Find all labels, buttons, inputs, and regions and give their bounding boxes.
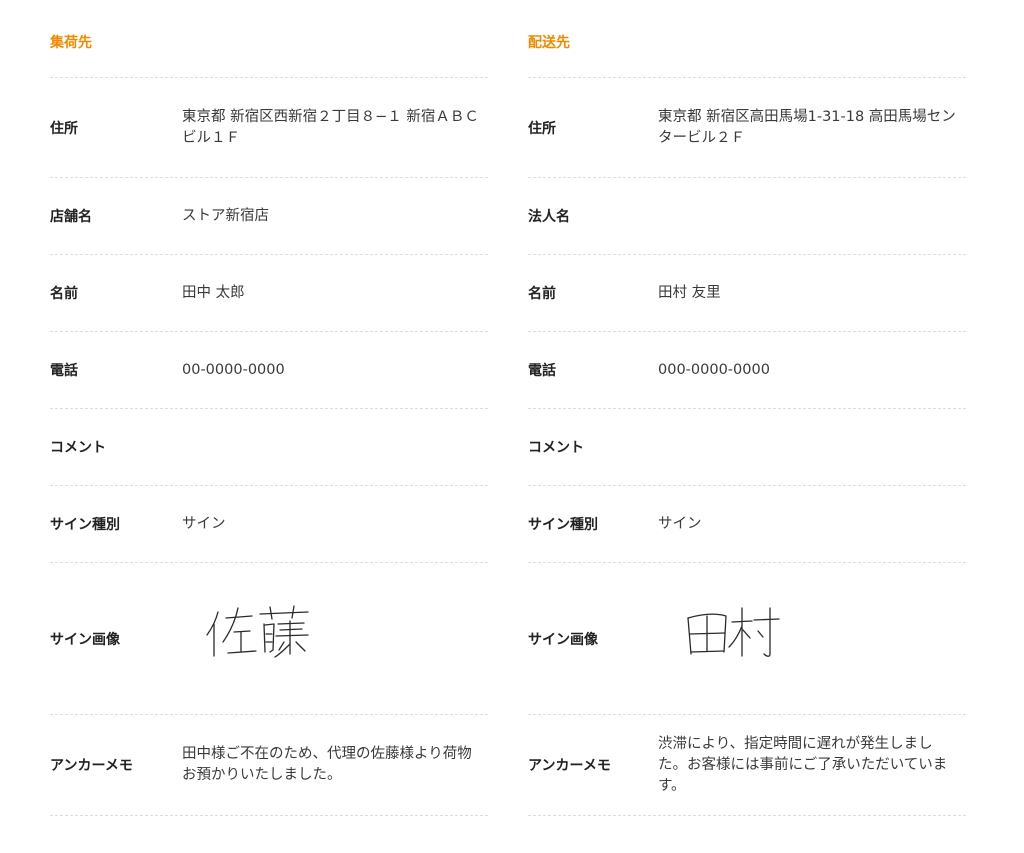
pickup-phone-value: 00-0000-0000 xyxy=(182,361,285,378)
pickup-sign-type-label: サイン種別 xyxy=(50,517,120,533)
pickup-sign-image-label: サイン画像 xyxy=(50,631,120,648)
delivery-phone-label: 電話 xyxy=(528,363,556,379)
pickup-memo-row: アンカーメモ 田中様ご不在のため、代理の佐藤様より荷物お預かりいたしました。 xyxy=(50,715,488,816)
pickup-memo-value: 田中様ご不在のため、代理の佐藤様より荷物お預かりいたしました。 xyxy=(182,746,472,783)
delivery-memo-label: アンカーメモ xyxy=(528,758,611,774)
delivery-sign-image-row: サイン画像 xyxy=(528,563,966,715)
delivery-company-row: 法人名 xyxy=(528,178,966,255)
pickup-memo-label: アンカーメモ xyxy=(50,758,133,774)
delivery-address-row: 住所 東京都 新宿区高田馬場1-31-18 高田馬場センタービル２Ｆ xyxy=(528,78,966,178)
pickup-name-row: 名前 田中 太郎 xyxy=(50,255,488,332)
delivery-address-value: 東京都 新宿区高田馬場1-31-18 高田馬場センタービル２Ｆ xyxy=(658,108,956,146)
pickup-comment-row: コメント xyxy=(50,409,488,486)
delivery-sign-type-value: サイン xyxy=(658,515,702,532)
pickup-sign-image-row: サイン画像 xyxy=(50,563,488,715)
pickup-store-row: 店舗名 ストア新宿店 xyxy=(50,178,488,255)
delivery-section: 配送先 住所 東京都 新宿区高田馬場1-31-18 高田馬場センタービル２Ｆ 法… xyxy=(528,0,966,816)
pickup-phone-row: 電話 00-0000-0000 xyxy=(50,332,488,409)
pickup-store-label: 店舗名 xyxy=(50,209,92,225)
pickup-name-label: 名前 xyxy=(50,286,78,302)
delivery-memo-row: アンカーメモ 渋滞により、指定時間に遅れが発生しました。お客様には事前にご了承い… xyxy=(528,715,966,816)
delivery-address-label: 住所 xyxy=(528,120,556,137)
delivery-sign-type-label: サイン種別 xyxy=(528,517,598,533)
pickup-address-label: 住所 xyxy=(50,120,78,137)
pickup-address-row: 住所 東京都 新宿区西新宿２丁目８−１ 新宿ＡＢＣビル１Ｆ xyxy=(50,78,488,178)
delivery-phone-value: 000-0000-0000 xyxy=(658,361,770,378)
delivery-sign-type-row: サイン種別 サイン xyxy=(528,486,966,563)
pickup-comment-label: コメント xyxy=(50,440,106,456)
pickup-sign-type-value: サイン xyxy=(182,515,226,532)
pickup-signature-image xyxy=(204,604,314,664)
delivery-comment-row: コメント xyxy=(528,409,966,486)
delivery-name-label: 名前 xyxy=(528,286,556,302)
delivery-memo-value: 渋滞により、指定時間に遅れが発生しました。お客様には事前にご了承いただいています… xyxy=(658,735,948,794)
pickup-name-value: 田中 太郎 xyxy=(182,284,245,301)
delivery-comment-label: コメント xyxy=(528,440,584,456)
delivery-heading: 配送先 xyxy=(528,0,966,78)
pickup-sign-type-row: サイン種別 サイン xyxy=(50,486,488,563)
pickup-section: 集荷先 住所 東京都 新宿区西新宿２丁目８−１ 新宿ＡＢＣビル１Ｆ 店舗名 スト… xyxy=(50,0,488,816)
delivery-company-label: 法人名 xyxy=(528,209,570,225)
delivery-name-row: 名前 田村 友里 xyxy=(528,255,966,332)
pickup-phone-label: 電話 xyxy=(50,363,78,379)
delivery-sign-image-label: サイン画像 xyxy=(528,631,598,648)
pickup-store-value: ストア新宿店 xyxy=(182,207,269,224)
delivery-phone-row: 電話 000-0000-0000 xyxy=(528,332,966,409)
delivery-signature-image xyxy=(682,604,782,662)
pickup-address-value: 東京都 新宿区西新宿２丁目８−１ 新宿ＡＢＣビル１Ｆ xyxy=(182,108,479,146)
pickup-heading: 集荷先 xyxy=(50,0,488,78)
delivery-name-value: 田村 友里 xyxy=(658,284,721,301)
